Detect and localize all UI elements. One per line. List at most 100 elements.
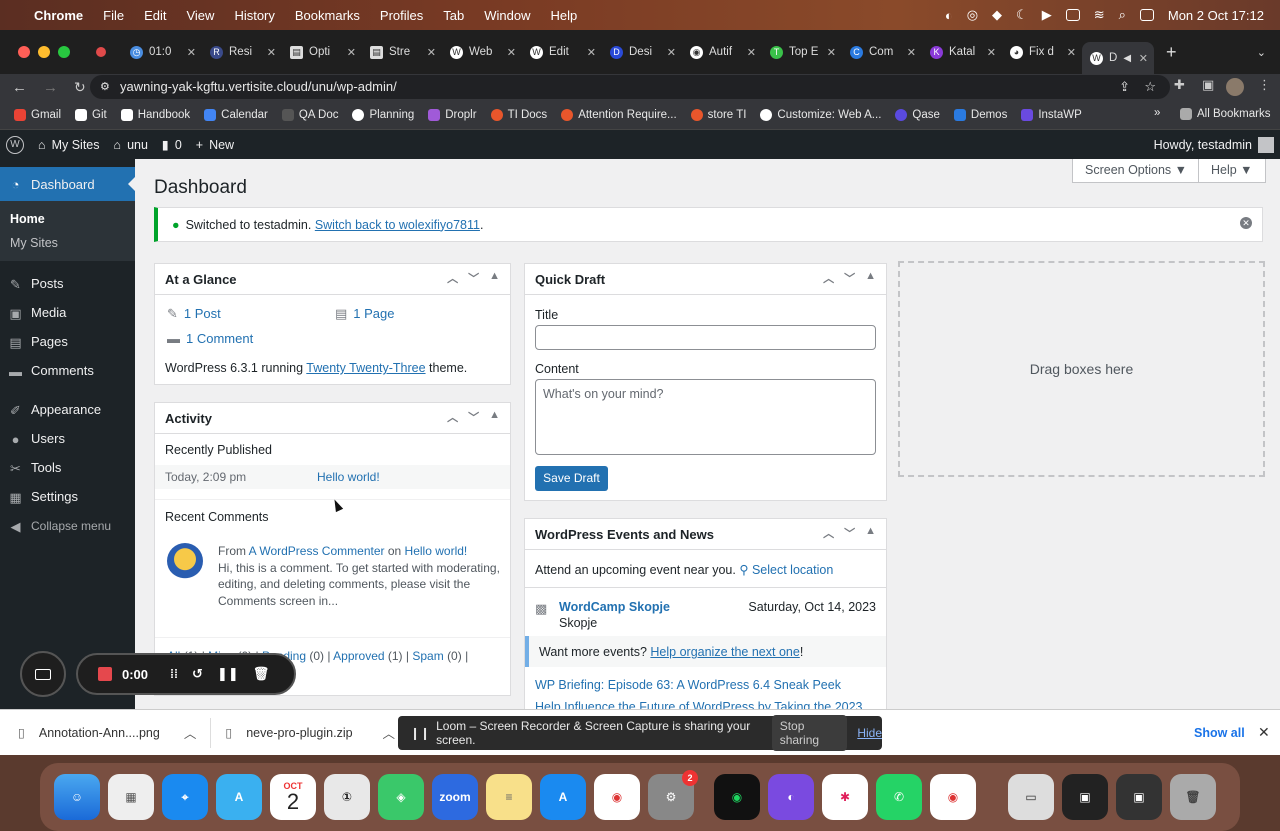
finder-icon[interactable]: ☺ — [54, 774, 100, 820]
screen-options-button[interactable]: Screen Options ▼ — [1072, 159, 1201, 183]
widget-header[interactable]: Quick Draft ︿ ﹀ ▲ — [525, 264, 886, 295]
menu-bookmarks[interactable]: Bookmarks — [295, 8, 360, 23]
close-icon[interactable]: ✕ — [987, 46, 996, 59]
print-preview-icon[interactable]: ▭ — [1008, 774, 1054, 820]
close-icon[interactable]: ✕ — [667, 46, 676, 59]
close-icon[interactable]: ✕ — [1139, 52, 1148, 65]
browser-tab[interactable]: R Resi ✕ — [202, 36, 282, 68]
trash-icon[interactable]: 🗑 — [1170, 774, 1216, 820]
address-bar[interactable]: ⚙ yawning-yak-kgftu.vertisite.cloud/unu/… — [90, 75, 1170, 99]
stop-record-button[interactable] — [98, 667, 112, 681]
browser-tab[interactable]: T Top E ✕ — [762, 36, 842, 68]
chrome-icon[interactable]: ◉ — [594, 774, 640, 820]
save-draft-button[interactable]: Save Draft — [535, 466, 608, 491]
forward-icon[interactable]: → — [43, 79, 58, 96]
download-item[interactable]: Annotation-Ann....png — [39, 726, 160, 740]
close-icon[interactable]: ✕ — [587, 46, 596, 59]
organize-link[interactable]: Help organize the next one — [650, 645, 799, 659]
slack-icon[interactable]: ✱ — [822, 774, 868, 820]
theme-link[interactable]: Twenty Twenty-Three — [306, 361, 425, 375]
show-all-button[interactable]: Show all — [1194, 726, 1245, 740]
account-menu[interactable]: Howdy, testadmin — [1154, 136, 1274, 153]
vpn-icon[interactable]: ◈ — [378, 774, 424, 820]
posts-link[interactable]: 1 Post — [184, 306, 221, 322]
zoom-window-button[interactable] — [58, 46, 70, 58]
grid-icon[interactable]: ⁞⁞ — [170, 667, 178, 681]
app-store-icon[interactable]: A — [540, 774, 586, 820]
glance-comments[interactable]: ▬ 1 Comment — [167, 331, 253, 346]
commenter-link[interactable]: A WordPress Commenter — [249, 544, 385, 558]
close-icon[interactable]: ✕ — [507, 46, 516, 59]
extensions-icon[interactable]: ✚ — [1174, 77, 1185, 93]
chevron-up-icon[interactable]: ︿ — [383, 723, 396, 742]
close-icon[interactable]: ✕ — [187, 46, 196, 59]
browser-tab[interactable]: W Edit ✕ — [522, 36, 602, 68]
status-icon[interactable]: ◐ — [945, 8, 953, 23]
filter-approved[interactable]: Approved — [333, 649, 384, 663]
spotify-icon[interactable]: ◉ — [714, 774, 760, 820]
move-down-icon[interactable]: ﹀ — [468, 270, 479, 286]
bookmark-gmail[interactable]: Gmail — [14, 108, 61, 121]
minimize-window-button[interactable] — [38, 46, 50, 58]
menu-file[interactable]: File — [103, 8, 124, 23]
wordpress-logo-icon[interactable]: W — [6, 135, 24, 154]
stop-sharing-button[interactable]: Stop sharing — [771, 715, 848, 751]
site-name-menu[interactable]: ⌂ unu — [114, 138, 148, 152]
browser-tab[interactable]: ▤ Stre ✕ — [362, 36, 442, 68]
bookmark-instawp[interactable]: InstaWP — [1021, 108, 1082, 121]
notes-icon[interactable]: ≡ — [486, 774, 532, 820]
zoom-icon[interactable]: zoom — [432, 774, 478, 820]
menu-history[interactable]: History — [234, 8, 274, 23]
menu-profiles[interactable]: Profiles — [380, 8, 423, 23]
menu-tab[interactable]: Tab — [443, 8, 464, 23]
sidebar-item-media[interactable]: ▣ Media — [0, 298, 135, 327]
widget-header[interactable]: WordPress Events and News ︿ ﹀ ▲ — [525, 519, 886, 550]
pages-link[interactable]: 1 Page — [353, 306, 394, 322]
clock-text[interactable]: Mon 2 Oct 17:12 — [1168, 8, 1264, 23]
browser-tab[interactable]: ◕ Fix d ✕ — [1002, 36, 1082, 68]
tab-search-icon[interactable]: ⌄ — [1257, 46, 1266, 59]
close-icon[interactable]: ✕ — [907, 46, 916, 59]
sidebar-item-dashboard[interactable]: ◔ Dashboard — [0, 167, 136, 201]
close-icon[interactable]: ✕ — [1258, 724, 1270, 741]
site-info-icon[interactable]: ⚙ — [100, 75, 110, 99]
sidebar-subitem-home[interactable]: Home — [0, 207, 135, 231]
widget-header[interactable]: Activity ︿ ﹀ ▲ — [155, 403, 510, 434]
bookmark-droplr[interactable]: Droplr — [428, 108, 477, 121]
whatsapp-icon[interactable]: ✆ — [876, 774, 922, 820]
move-up-icon[interactable]: ︿ — [823, 270, 834, 286]
maps-icon[interactable]: A — [216, 774, 262, 820]
bookmark-calendar[interactable]: Calendar — [204, 108, 268, 121]
bookmark-qase[interactable]: Qase — [895, 108, 940, 121]
browser-tab[interactable]: ◉ Autif ✕ — [682, 36, 762, 68]
speaker-icon[interactable]: ◀ — [1123, 53, 1131, 64]
status-icon[interactable]: ◎ — [967, 7, 978, 23]
new-content-menu[interactable]: + New — [196, 138, 234, 152]
collapse-menu-button[interactable]: ◀ Collapse menu — [0, 511, 135, 540]
bookmark-planning[interactable]: Planning — [352, 108, 414, 121]
battery-icon[interactable] — [1065, 9, 1080, 21]
glance-posts[interactable]: ✎ 1 Post — [167, 306, 221, 322]
bookmark-qa-doc[interactable]: QA Doc — [281, 108, 338, 121]
calendar-icon[interactable]: OCT 2 — [270, 774, 316, 820]
published-post-link[interactable]: Hello world! — [317, 470, 380, 484]
sidebar-item-posts[interactable]: ✎ Posts — [0, 269, 135, 298]
bookmark-ti-docs[interactable]: TI Docs — [490, 108, 547, 121]
move-up-icon[interactable]: ︿ — [823, 525, 834, 541]
camera-button[interactable] — [20, 651, 66, 697]
chevron-up-icon[interactable]: ︿ — [184, 723, 197, 742]
recording-tab-icon[interactable] — [96, 47, 106, 57]
news-link[interactable]: Help Influence the Future of WordPress b… — [535, 700, 863, 709]
reload-icon[interactable]: ↻ — [74, 79, 86, 96]
close-icon[interactable]: ✕ — [827, 46, 836, 59]
toggle-icon[interactable]: ▲ — [489, 409, 500, 425]
browser-tab[interactable]: ◷ 01:0 ✕ — [122, 36, 202, 68]
draft-title-input[interactable] — [535, 325, 876, 350]
control-center-icon[interactable] — [1139, 9, 1154, 21]
back-icon[interactable]: ← — [12, 79, 27, 96]
browser-tab[interactable]: ▤ Opti ✕ — [282, 36, 362, 68]
moon-icon[interactable]: ☾ — [1016, 7, 1028, 23]
download-item[interactable]: neve-pro-plugin.zip — [246, 726, 352, 740]
browser-tab[interactable]: D Desi ✕ — [602, 36, 682, 68]
sidebar-item-settings[interactable]: ▦ Settings — [0, 482, 135, 511]
